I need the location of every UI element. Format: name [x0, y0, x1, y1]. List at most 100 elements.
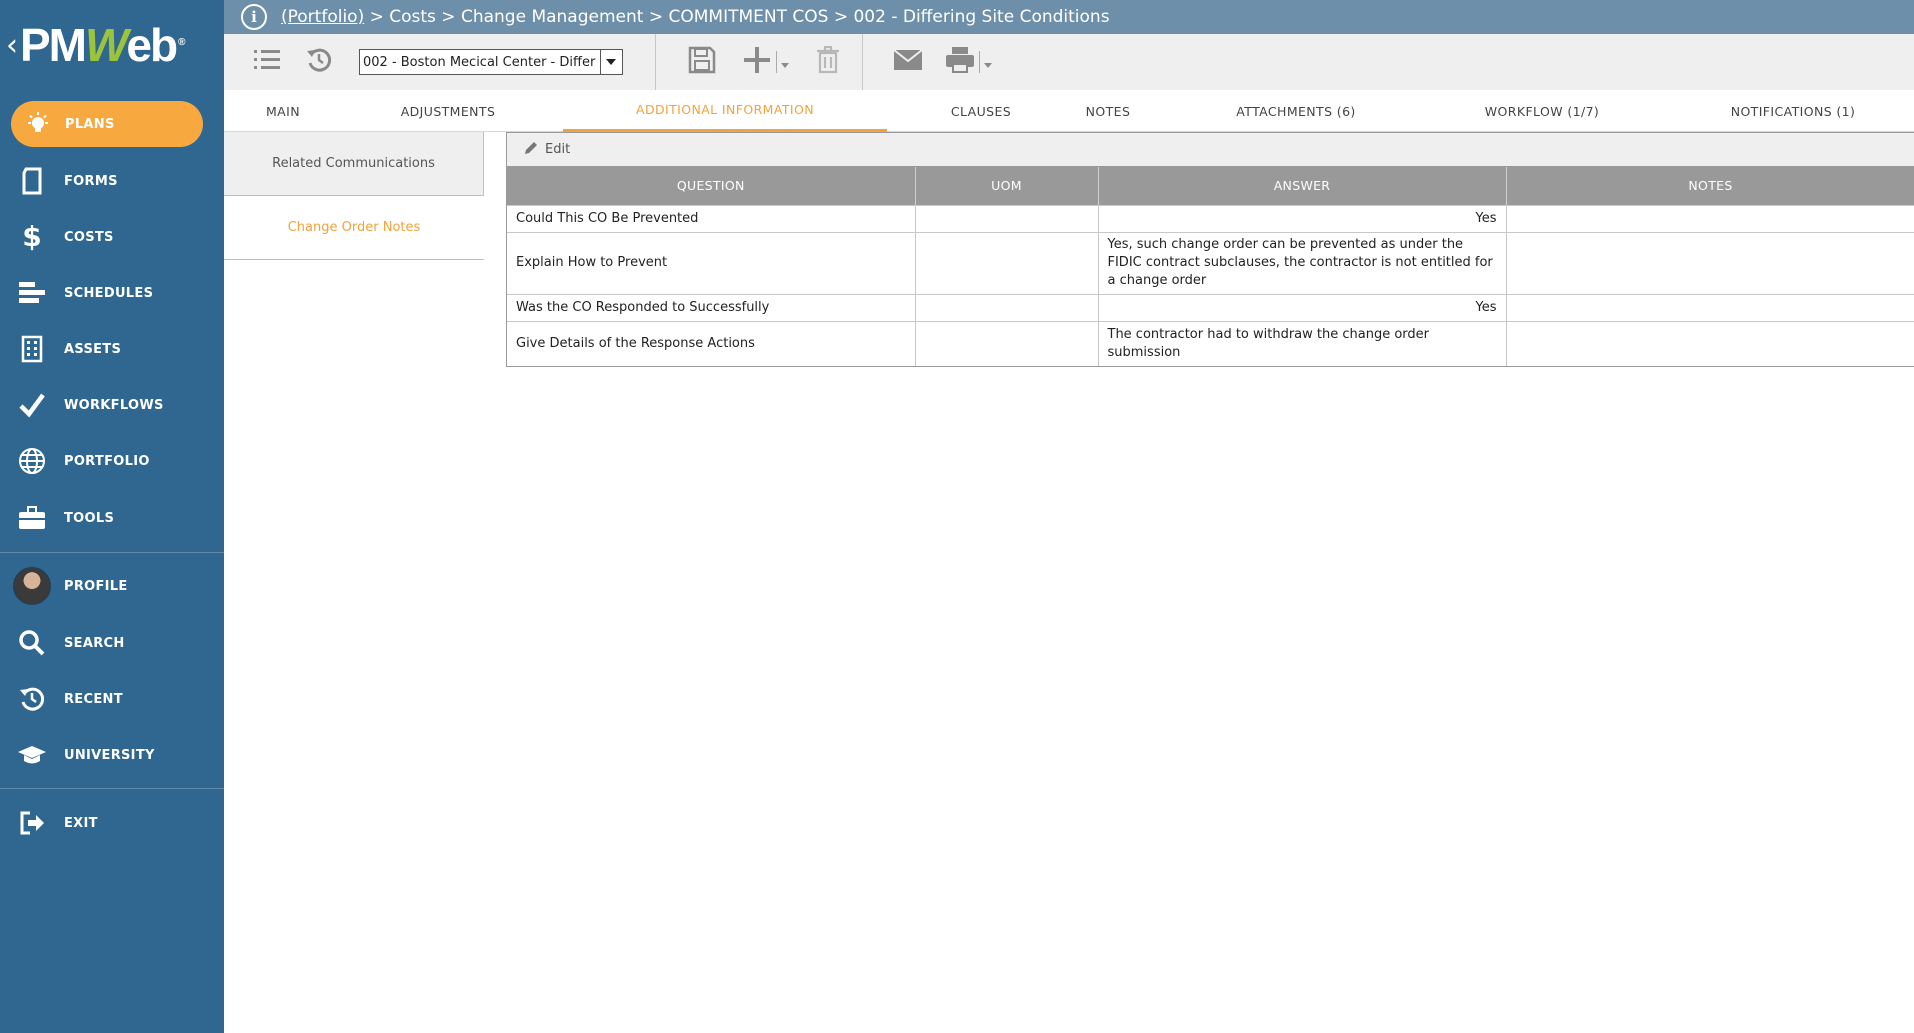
cell-question: Explain How to Prevent	[507, 231, 916, 294]
table-row[interactable]: Explain How to Prevent Yes, such change …	[507, 231, 1914, 294]
column-header-uom[interactable]: UOM	[915, 167, 1099, 205]
sidebar-item-recent[interactable]: RECENT	[0, 676, 224, 722]
cell-question: Could This CO Be Prevented	[507, 204, 916, 232]
cell-answer[interactable]: Yes	[1098, 204, 1507, 232]
sidebar: ‹ PMWeb ® PLANS FORMS $ COSTS SCHEDULES …	[0, 0, 224, 1033]
back-chevron-icon[interactable]: ‹	[6, 28, 18, 63]
printer-icon	[945, 46, 975, 78]
graduation-cap-icon	[0, 744, 64, 766]
save-icon	[688, 46, 716, 78]
cell-notes[interactable]	[1506, 320, 1914, 366]
section-related-communications[interactable]: Related Communications	[224, 132, 484, 196]
record-selector-value: 002 - Boston Mecical Center - Differ	[363, 54, 596, 70]
table-header-row: QUESTION UOM ANSWER NOTES	[507, 167, 1914, 205]
history-icon	[305, 46, 333, 78]
sidebar-divider	[0, 552, 224, 553]
gantt-icon	[0, 281, 64, 305]
tab-main[interactable]: MAIN	[224, 90, 342, 132]
checkmark-icon	[0, 392, 64, 418]
list-view-button[interactable]	[250, 44, 284, 80]
sidebar-item-label: WORKFLOWS	[64, 397, 164, 413]
cell-notes[interactable]	[1506, 204, 1914, 232]
tab-notifications[interactable]: NOTIFICATIONS (1)	[1688, 90, 1898, 132]
tab-workflow[interactable]: WORKFLOW (1/7)	[1454, 90, 1630, 132]
sidebar-item-assets[interactable]: ASSETS	[0, 326, 224, 372]
building-icon	[0, 335, 64, 363]
search-icon	[0, 629, 64, 657]
sidebar-item-label: UNIVERSITY	[64, 747, 155, 763]
cell-uom[interactable]	[915, 293, 1099, 321]
column-header-notes[interactable]: NOTES	[1506, 167, 1914, 205]
sidebar-item-label: FORMS	[64, 173, 118, 189]
email-button[interactable]	[888, 44, 928, 80]
tab-clauses[interactable]: CLAUSES	[919, 90, 1043, 132]
sidebar-item-workflows[interactable]: WORKFLOWS	[0, 382, 224, 428]
tab-additional-information[interactable]: ADDITIONAL INFORMATION	[563, 90, 887, 132]
cell-answer[interactable]: Yes	[1098, 293, 1507, 321]
sidebar-item-portfolio[interactable]: PORTFOLIO	[0, 438, 224, 484]
column-header-question[interactable]: QUESTION	[507, 167, 916, 205]
cell-answer[interactable]: Yes, such change order can be prevented …	[1098, 231, 1507, 294]
sidebar-item-plans[interactable]: PLANS	[11, 101, 203, 147]
sidebar-item-label: PORTFOLIO	[64, 453, 150, 469]
sidebar-item-label: PROFILE	[64, 578, 128, 594]
edit-label: Edit	[545, 142, 571, 157]
chevron-down-icon[interactable]	[600, 50, 620, 74]
cell-uom[interactable]	[915, 204, 1099, 232]
add-button[interactable]	[738, 44, 792, 80]
breadcrumb-path: > Costs > Change Management > COMMITMENT…	[364, 7, 1110, 27]
sidebar-item-costs[interactable]: $ COSTS	[0, 214, 224, 260]
cell-uom[interactable]	[915, 231, 1099, 294]
section-change-order-notes[interactable]: Change Order Notes	[224, 196, 484, 260]
tab-adjustments[interactable]: ADJUSTMENTS	[374, 90, 522, 132]
sidebar-item-profile[interactable]: PROFILE	[0, 563, 224, 609]
breadcrumb: (Portfolio) > Costs > Change Management …	[281, 7, 1110, 27]
pencil-icon	[523, 140, 539, 160]
table-row[interactable]: Was the CO Responded to Successfully Yes	[507, 293, 1914, 321]
column-header-answer[interactable]: ANSWER	[1098, 167, 1507, 205]
record-selector[interactable]: 002 - Boston Mecical Center - Differ	[359, 49, 623, 75]
print-button[interactable]	[942, 44, 994, 80]
lightbulb-icon	[11, 111, 65, 137]
sidebar-item-tools[interactable]: TOOLS	[0, 495, 224, 541]
save-button[interactable]	[682, 44, 722, 80]
cell-answer[interactable]: The contractor had to withdraw the chang…	[1098, 320, 1507, 366]
table-row[interactable]: Could This CO Be Prevented Yes	[507, 204, 1914, 232]
globe-icon	[0, 447, 64, 475]
breadcrumb-portfolio-link[interactable]: (Portfolio)	[281, 7, 364, 27]
cell-notes[interactable]	[1506, 231, 1914, 294]
chevron-down-icon	[983, 53, 992, 72]
header-bar: i (Portfolio) > Costs > Change Managemen…	[224, 0, 1914, 34]
trash-icon	[816, 45, 840, 78]
svg-text:$: $	[22, 222, 41, 252]
logo[interactable]: ‹ PMWeb ®	[0, 0, 224, 90]
logo-text: PMWeb ®	[20, 19, 186, 71]
delete-button[interactable]	[810, 44, 846, 80]
briefcase-icon	[0, 506, 64, 530]
table-row[interactable]: Give Details of the Response Actions The…	[507, 320, 1914, 366]
chevron-down-icon	[780, 53, 789, 72]
sidebar-item-exit[interactable]: EXIT	[0, 800, 224, 846]
toolbar-divider	[862, 34, 863, 90]
sidebar-item-label: TOOLS	[64, 510, 115, 526]
sidebar-item-search[interactable]: SEARCH	[0, 620, 224, 666]
tab-attachments[interactable]: ATTACHMENTS (6)	[1199, 90, 1393, 132]
section-list: Related Communications Change Order Note…	[224, 132, 484, 260]
sidebar-item-label: EXIT	[64, 815, 98, 831]
history-icon	[0, 685, 64, 713]
sidebar-divider	[0, 788, 224, 789]
envelope-icon	[893, 49, 923, 75]
cell-notes[interactable]	[1506, 293, 1914, 321]
info-icon[interactable]: i	[241, 4, 267, 30]
sidebar-item-university[interactable]: UNIVERSITY	[0, 732, 224, 778]
avatar	[13, 567, 51, 605]
cell-uom[interactable]	[915, 320, 1099, 366]
numbered-list-icon	[253, 48, 281, 76]
sidebar-item-forms[interactable]: FORMS	[0, 158, 224, 204]
edit-button[interactable]: Edit	[523, 140, 570, 160]
history-button[interactable]	[302, 44, 336, 80]
sidebar-item-label: RECENT	[64, 691, 123, 707]
sidebar-item-label: PLANS	[65, 116, 115, 132]
tab-notes[interactable]: NOTES	[1058, 90, 1158, 132]
sidebar-item-schedules[interactable]: SCHEDULES	[0, 270, 224, 316]
